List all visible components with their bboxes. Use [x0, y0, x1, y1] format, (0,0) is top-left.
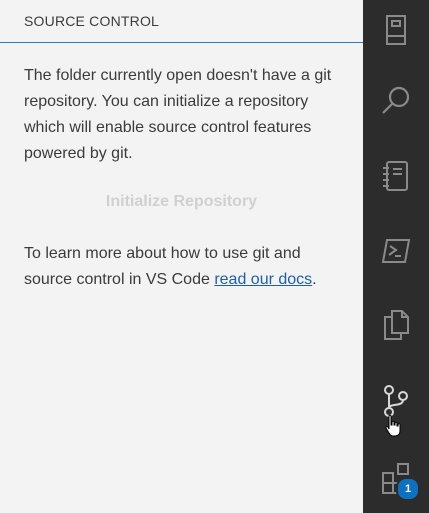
- sidebar-content: The folder currently open doesn't have a…: [0, 43, 363, 293]
- sidebar-header: SOURCE CONTROL: [0, 0, 363, 43]
- sidebar-title: SOURCE CONTROL: [24, 13, 160, 29]
- extensions-badge: 1: [396, 477, 420, 501]
- copy-files-icon[interactable]: [363, 295, 429, 355]
- no-repo-message: The folder currently open doesn't have a…: [24, 67, 332, 162]
- read-docs-link[interactable]: read our docs: [214, 271, 312, 288]
- notebook-icon[interactable]: [363, 146, 429, 206]
- explorer-icon[interactable]: [363, 0, 429, 60]
- source-control-sidebar: SOURCE CONTROL The folder currently open…: [0, 0, 363, 513]
- hand-cursor-icon: [385, 414, 401, 437]
- learn-more-text: To learn more about how to use git and s…: [24, 241, 339, 293]
- search-icon[interactable]: [363, 71, 429, 131]
- terminal-icon[interactable]: [363, 221, 429, 281]
- initialize-repository-button[interactable]: Initialize Repository: [24, 189, 339, 215]
- learn-more-suffix: .: [312, 271, 317, 288]
- extensions-icon[interactable]: 1: [363, 447, 429, 507]
